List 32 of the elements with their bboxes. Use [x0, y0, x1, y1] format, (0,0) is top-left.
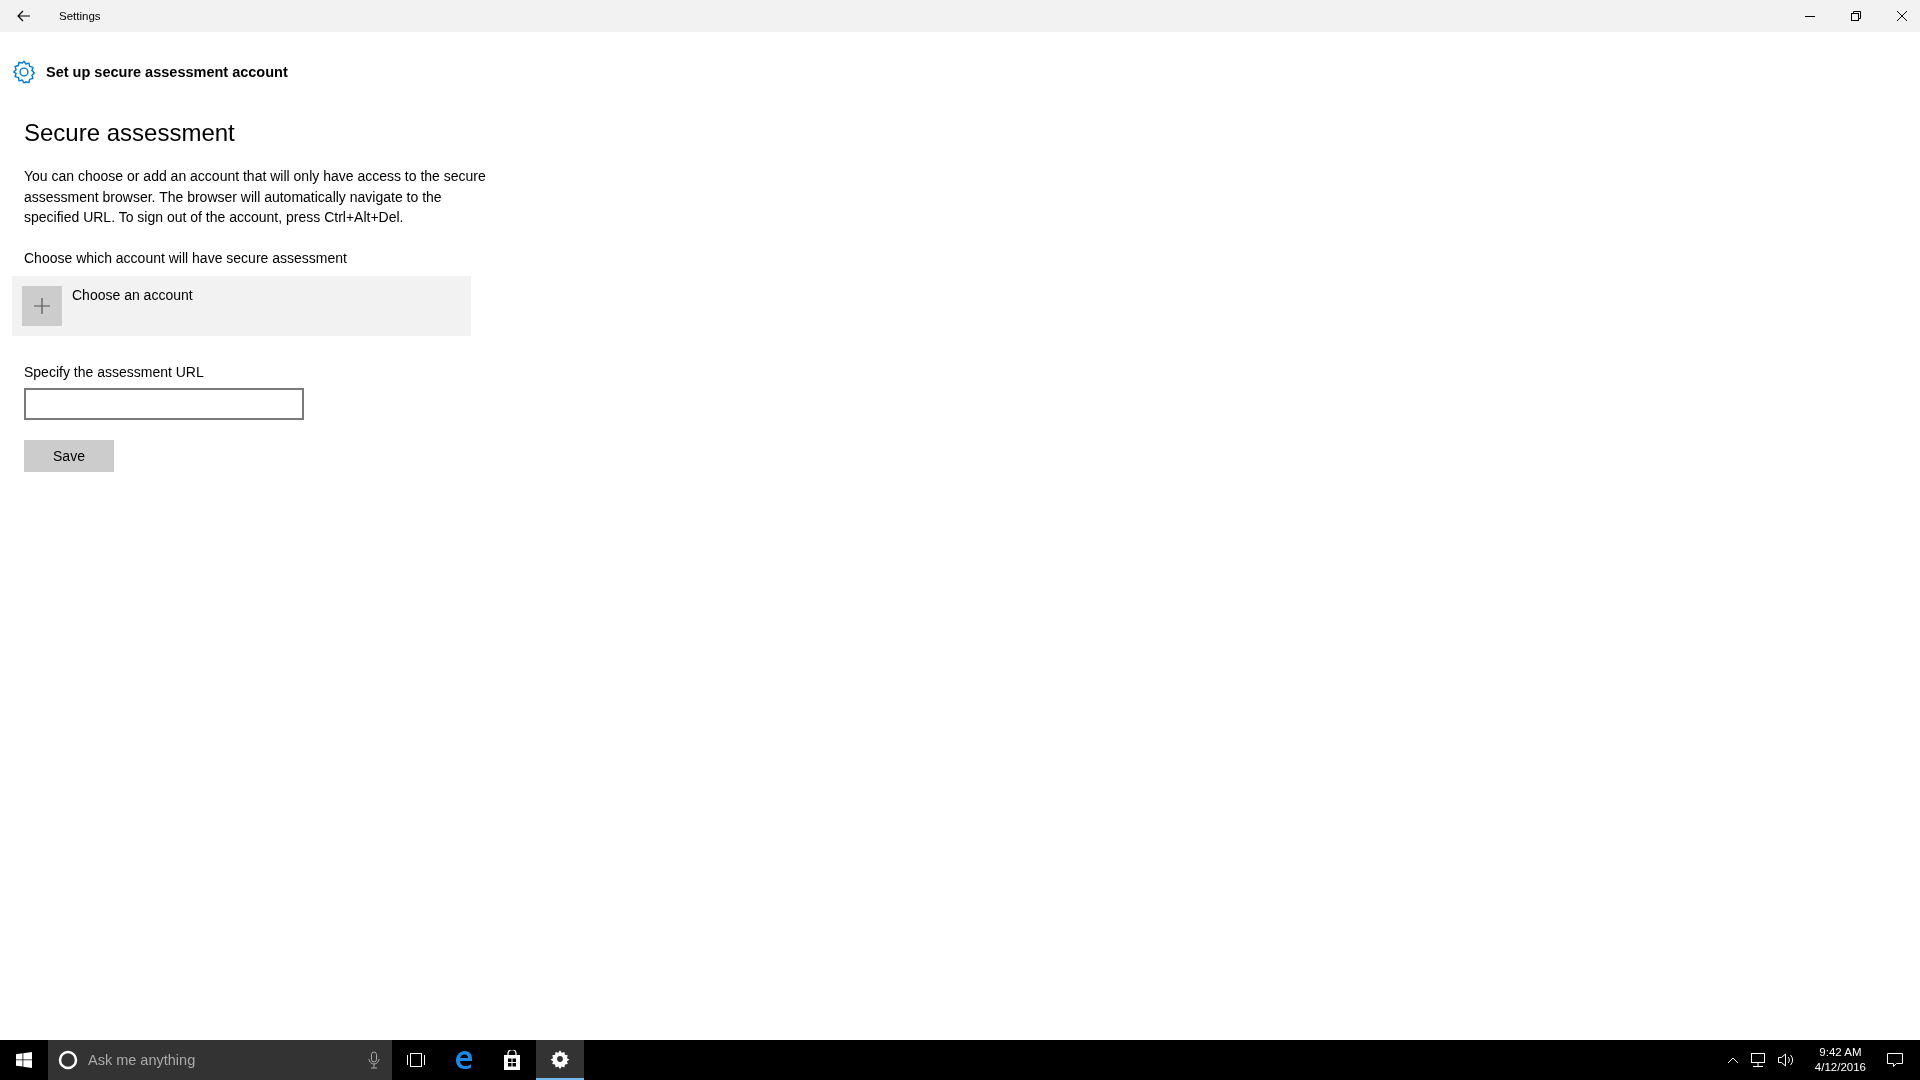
- search-box[interactable]: Ask me anything: [48, 1040, 392, 1080]
- clock[interactable]: 9:42 AM 4/12/2016: [1814, 1045, 1866, 1075]
- save-button[interactable]: Save: [24, 439, 114, 472]
- back-icon[interactable]: [17, 10, 31, 22]
- plus-icon: [34, 297, 50, 314]
- gear-icon: [11, 59, 37, 85]
- volume-icon[interactable]: [1776, 1052, 1795, 1068]
- task-view-icon: [406, 1052, 426, 1068]
- description-text: You can choose or add an account that will only have access to the secure assessment browser. The browser will automatically navigate to the specified URL. To sign out of the account, press Ctrl+Alt+Del.: [24, 167, 487, 227]
- time-text: 9:42 AM: [1819, 1045, 1862, 1060]
- taskbar-app[interactable]: [536, 1040, 584, 1080]
- restore-icon[interactable]: [1850, 10, 1862, 22]
- windows-icon: [16, 1052, 32, 1068]
- choose-account-button[interactable]: Choose an account: [12, 275, 471, 336]
- close-icon[interactable]: [1896, 10, 1908, 22]
- chevron-up-icon[interactable]: [1726, 1056, 1739, 1064]
- cortana-icon: [58, 1050, 78, 1070]
- field-label: Choose which account will have secure assessment: [24, 249, 347, 266]
- browser-e-icon: [454, 1050, 474, 1070]
- date-text: 4/12/2016: [1814, 1060, 1866, 1075]
- microphone-icon[interactable]: [368, 1051, 380, 1069]
- shopping-bag-icon: [503, 1050, 521, 1070]
- gear-icon: [550, 1049, 570, 1069]
- search-placeholder: Ask me anything: [88, 1052, 197, 1068]
- notification-icon[interactable]: [1886, 1051, 1904, 1069]
- section-title: Secure assessment: [24, 119, 235, 147]
- network-icon[interactable]: [1748, 1052, 1767, 1068]
- url-field[interactable]: [24, 387, 304, 420]
- page-title: Set up secure assessment account: [46, 64, 288, 80]
- account-label: Choose an account: [72, 286, 193, 303]
- field-label: Specify the assessment URL: [24, 363, 204, 380]
- window-title: Settings: [59, 10, 101, 22]
